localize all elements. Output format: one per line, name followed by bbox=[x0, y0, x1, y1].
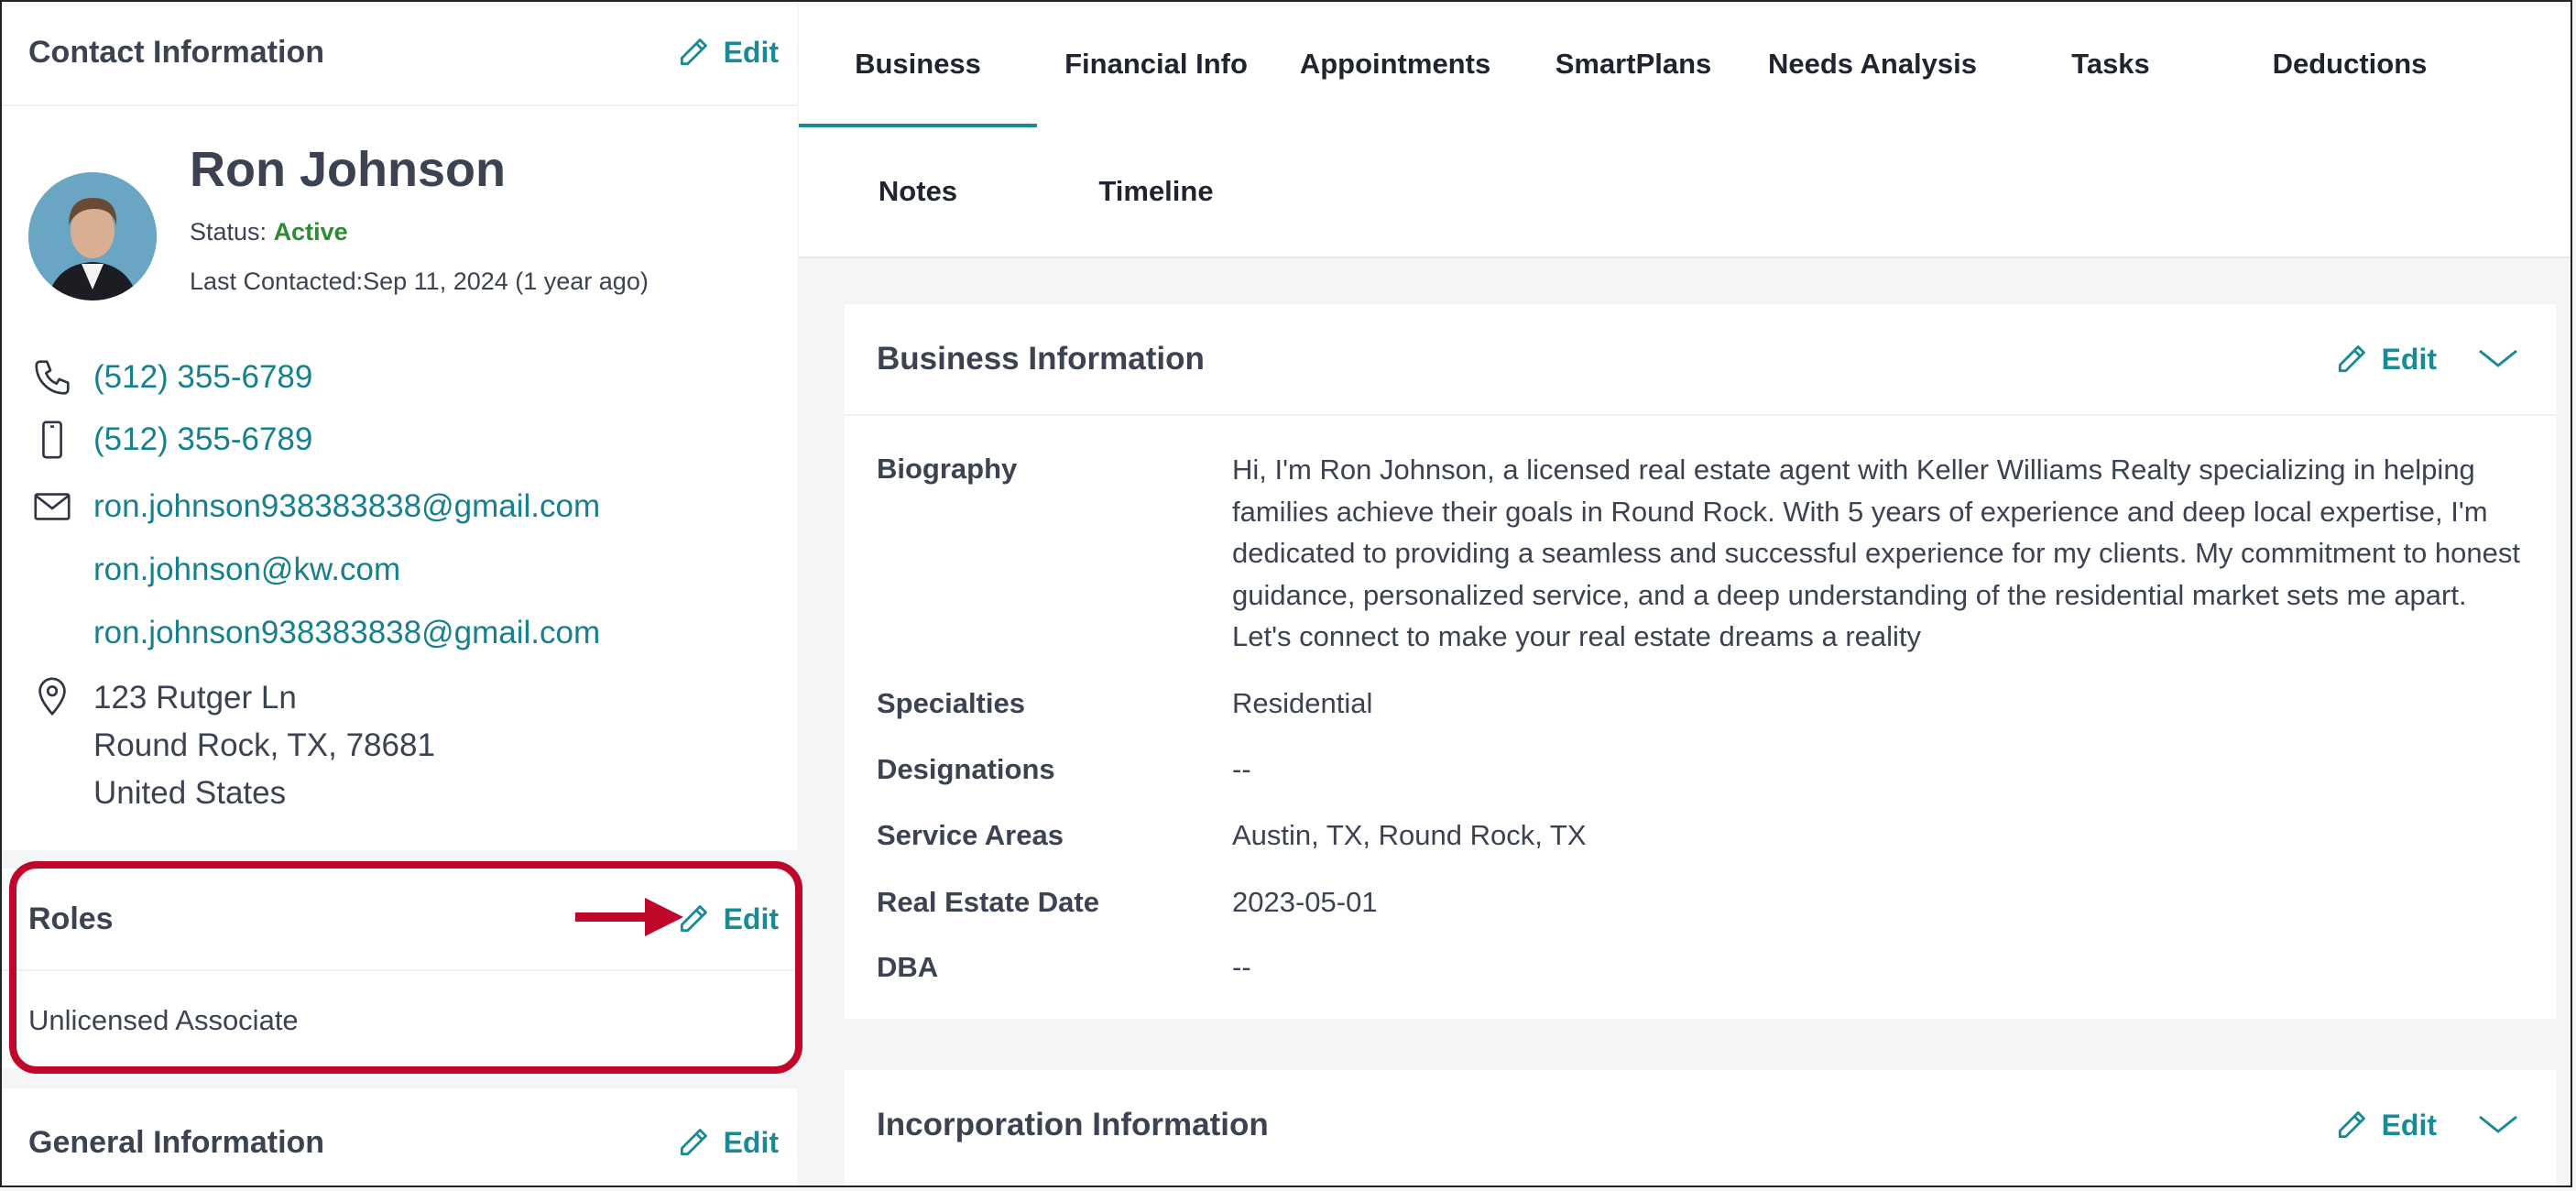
service-areas-value: Austin, TX, Round Rock, TX bbox=[1232, 819, 1587, 851]
service-areas-label: Service Areas bbox=[877, 819, 1064, 851]
divider bbox=[2, 969, 797, 971]
email-row-2: ron.johnson@kw.com bbox=[28, 546, 400, 594]
pencil-icon bbox=[680, 1129, 707, 1156]
real-estate-date-label: Real Estate Date bbox=[877, 886, 1099, 918]
email-row: ron.johnson938383838@gmail.com bbox=[28, 483, 600, 530]
email-link-secondary[interactable]: ron.johnson@kw.com bbox=[93, 552, 400, 588]
last-contacted: Last Contacted:Sep 11, 2024 (1 year ago) bbox=[190, 268, 649, 295]
contact-status: Status: Active bbox=[190, 218, 348, 246]
active-tab-indicator bbox=[799, 124, 1037, 127]
annotation-arrow bbox=[575, 898, 683, 936]
general-card-header: General Information Edit bbox=[28, 1092, 779, 1186]
tab-business[interactable]: Business bbox=[799, 48, 1037, 81]
roles-edit-label: Edit bbox=[723, 901, 779, 935]
chevron-down-icon[interactable] bbox=[2477, 344, 2519, 376]
biography-value: Hi, I'm Ron Johnson, a licensed real est… bbox=[1232, 453, 2520, 652]
tab-notes[interactable]: Notes bbox=[799, 175, 1037, 208]
status-badge: Active bbox=[273, 218, 348, 246]
contact-card-header: Contact Information Edit bbox=[28, 2, 779, 103]
role-value: Unlicensed Associate bbox=[28, 1004, 299, 1036]
mobile-link[interactable]: (512) 355-6789 bbox=[93, 421, 312, 458]
specialties-label: Specialties bbox=[877, 687, 1025, 719]
email-link-tertiary[interactable]: ron.johnson938383838@gmail.com bbox=[93, 615, 600, 651]
incorporation-info-card: Incorporation Information Edit bbox=[845, 1070, 2556, 1186]
mail-icon bbox=[28, 483, 76, 530]
address-row bbox=[28, 672, 76, 720]
map-pin-icon bbox=[28, 672, 76, 720]
roles-edit-button[interactable]: Edit bbox=[676, 901, 779, 936]
phone-icon bbox=[28, 354, 76, 401]
pencil-icon bbox=[2338, 345, 2365, 373]
status-label: Status: bbox=[190, 218, 267, 246]
mobile-phone-icon bbox=[28, 416, 76, 464]
dba-label: DBA bbox=[877, 951, 939, 983]
divider bbox=[845, 414, 2556, 416]
designations-value: -- bbox=[1232, 753, 1251, 785]
business-info-header: Business Information Edit bbox=[877, 304, 2519, 414]
business-edit-button[interactable]: Edit bbox=[2334, 342, 2437, 377]
tab-needs-analysis[interactable]: Needs Analysis bbox=[1753, 48, 1992, 81]
roles-card-title: Roles bbox=[28, 901, 114, 936]
address-line-2: Round Rock, TX, 78681 bbox=[93, 727, 435, 763]
email-link-primary[interactable]: ron.johnson938383838@gmail.com bbox=[93, 488, 600, 525]
general-card-title: General Information bbox=[28, 1124, 325, 1160]
avatar-photo bbox=[28, 172, 157, 300]
tab-smartplans[interactable]: SmartPlans bbox=[1514, 48, 1752, 81]
business-edit-label: Edit bbox=[2381, 342, 2437, 376]
contact-edit-label: Edit bbox=[723, 35, 779, 69]
app-frame: Contact Information Edit Ron Johnson Sta… bbox=[0, 0, 2572, 1187]
business-info-card: Business Information Edit Biography Hi, … bbox=[845, 304, 2556, 1019]
address-line-1: 123 Rutger Ln bbox=[93, 680, 297, 716]
chevron-down-icon[interactable] bbox=[2477, 1109, 2519, 1142]
incorporation-edit-button[interactable]: Edit bbox=[2334, 1108, 2437, 1142]
designations-label: Designations bbox=[877, 753, 1055, 785]
address-line-3: United States bbox=[93, 775, 287, 811]
address: 123 Rutger Ln Round Rock, TX, 78681 Unit… bbox=[93, 674, 435, 817]
contact-card: Contact Information Edit Ron Johnson Sta… bbox=[2, 2, 797, 850]
contact-card-title: Contact Information bbox=[28, 34, 324, 70]
real-estate-date-value: 2023-05-01 bbox=[1232, 886, 1378, 918]
incorporation-info-title: Incorporation Information bbox=[877, 1107, 1269, 1142]
tab-bar: Business Financial Info Appointments Sma… bbox=[799, 2, 2571, 258]
divider bbox=[2, 104, 797, 106]
mobile-row: (512) 355-6789 bbox=[28, 416, 312, 464]
biography-label: Biography bbox=[877, 453, 1018, 485]
tab-financial-info[interactable]: Financial Info bbox=[1037, 48, 1275, 81]
general-edit-label: Edit bbox=[723, 1125, 779, 1159]
tab-tasks[interactable]: Tasks bbox=[1992, 48, 2230, 81]
dba-value: -- bbox=[1232, 951, 1251, 983]
general-card: General Information Edit bbox=[2, 1088, 797, 1186]
tab-timeline[interactable]: Timeline bbox=[1037, 175, 1275, 208]
pencil-icon bbox=[2338, 1111, 2365, 1139]
contact-edit-button[interactable]: Edit bbox=[676, 35, 779, 70]
tab-appointments[interactable]: Appointments bbox=[1276, 48, 1514, 81]
business-info-title: Business Information bbox=[877, 341, 1205, 377]
general-edit-button[interactable]: Edit bbox=[676, 1125, 779, 1160]
phone-row: (512) 355-6789 bbox=[28, 354, 312, 401]
incorporation-edit-label: Edit bbox=[2381, 1108, 2437, 1142]
specialties-value: Residential bbox=[1232, 687, 1373, 719]
contact-name: Ron Johnson bbox=[190, 142, 506, 197]
phone-link[interactable]: (512) 355-6789 bbox=[93, 359, 312, 396]
avatar bbox=[28, 172, 157, 300]
incorporation-info-header: Incorporation Information Edit bbox=[877, 1070, 2519, 1180]
pencil-icon bbox=[680, 38, 707, 66]
email-row-3: ron.johnson938383838@gmail.com bbox=[28, 609, 600, 657]
tab-deductions[interactable]: Deductions bbox=[2231, 48, 2469, 81]
